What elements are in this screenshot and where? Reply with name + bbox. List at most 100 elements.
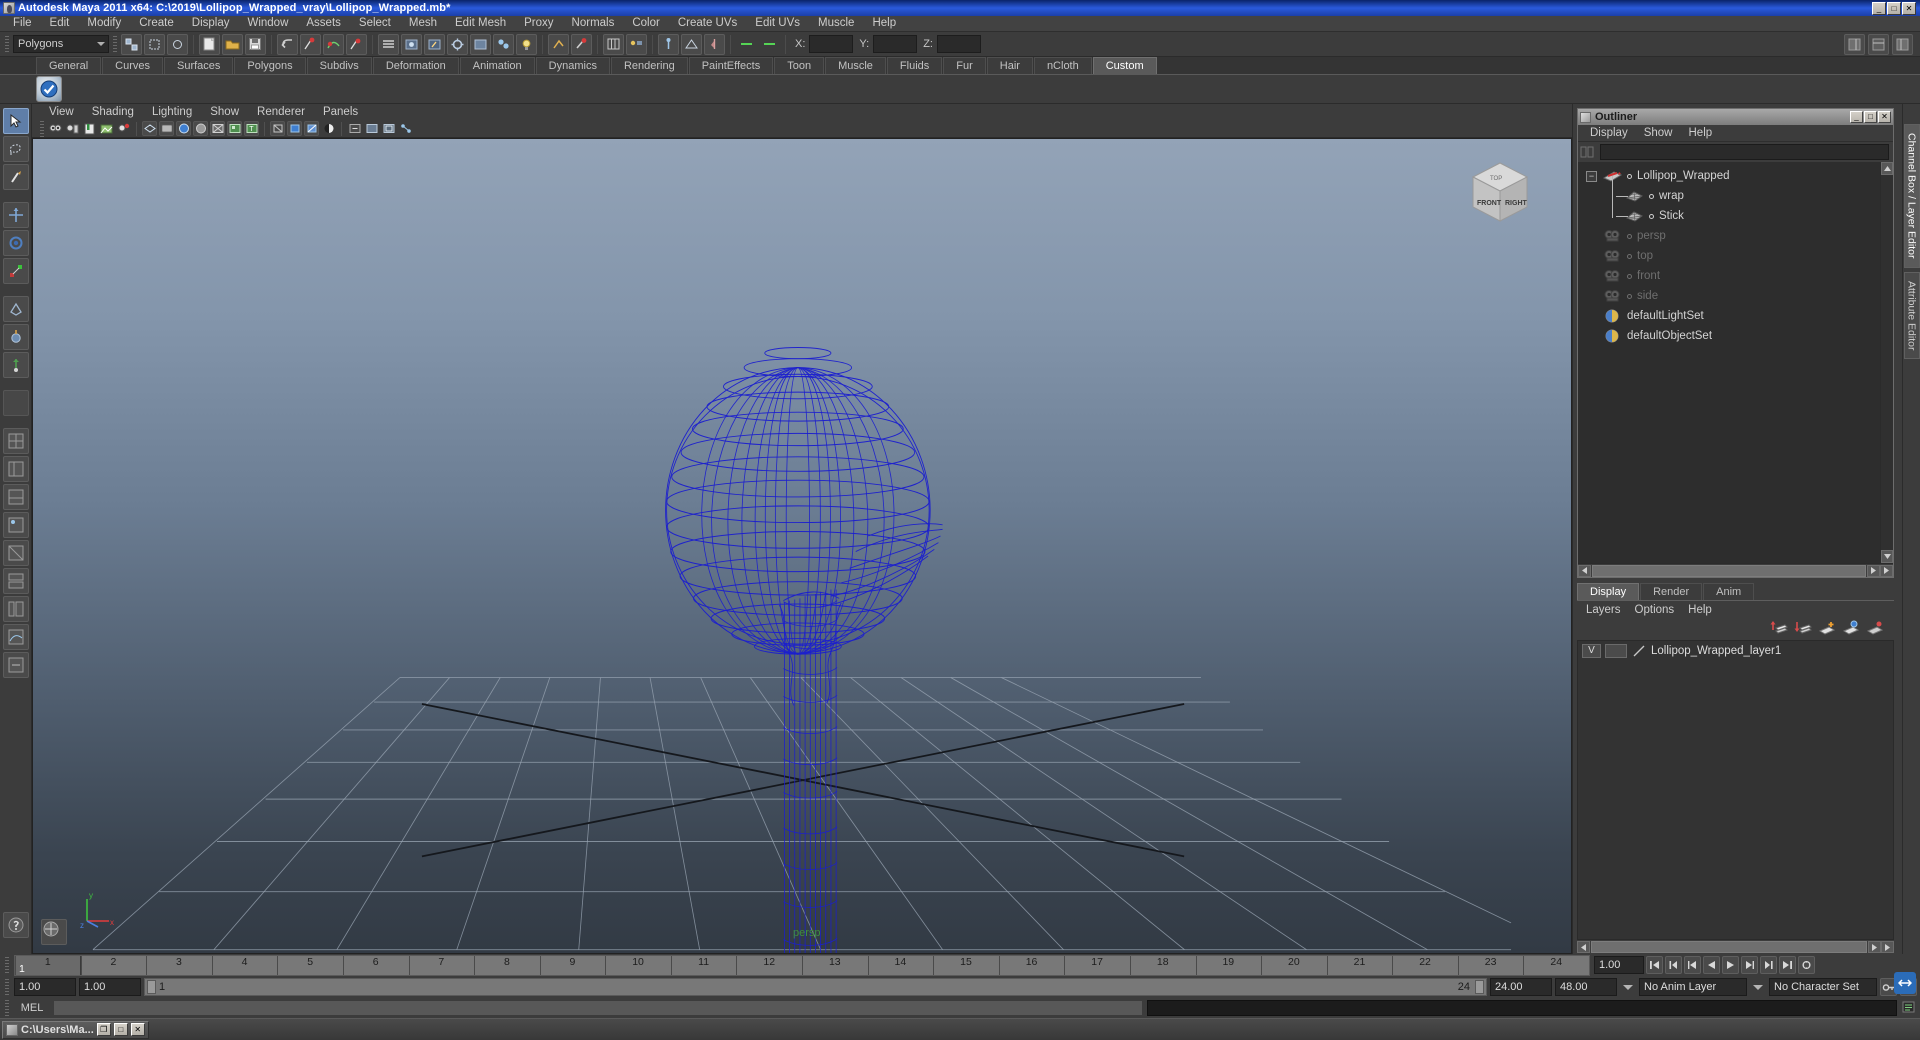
menu-item-edit-uvs[interactable]: Edit UVs <box>746 16 809 31</box>
layout-persp-uv-icon[interactable] <box>2 540 29 566</box>
command-input[interactable] <box>53 1000 1143 1016</box>
layer-visibility-toggle[interactable]: V <box>1582 644 1601 658</box>
outliner-horizontal-scrollbar[interactable] <box>1578 563 1893 577</box>
new-layer-from-selected-icon[interactable] <box>1842 620 1860 639</box>
snap-curve-icon[interactable] <box>323 33 344 55</box>
menu-item-edit-mesh[interactable]: Edit Mesh <box>446 16 515 31</box>
group1-grip[interactable] <box>113 36 117 52</box>
scroll-down-icon[interactable] <box>1881 550 1893 563</box>
isolate-select-icon[interactable] <box>347 121 362 136</box>
viewport-menu-show[interactable]: Show <box>201 105 248 120</box>
shelf-tab-painteffects[interactable]: PaintEffects <box>688 57 774 74</box>
layer-tab-render[interactable]: Render <box>1640 583 1703 600</box>
viewport-menu-lighting[interactable]: Lighting <box>143 105 201 120</box>
move-layer-up-icon[interactable] <box>1770 620 1788 639</box>
viewport-toolbar-grip[interactable] <box>40 120 44 137</box>
script-editor-icon[interactable] <box>1901 1000 1917 1016</box>
layer-options-icon[interactable] <box>1866 620 1884 639</box>
open-scene-icon[interactable] <box>222 33 243 55</box>
animation-preferences-icon[interactable] <box>1798 956 1815 974</box>
toggle-camera-icon[interactable] <box>116 121 131 136</box>
maximize-button[interactable]: □ <box>1887 1 1901 15</box>
layer-hscroll-right-icon[interactable] <box>1868 941 1881 953</box>
select-hierarchy-icon[interactable] <box>121 33 142 55</box>
grid-toggle-icon[interactable] <box>364 121 379 136</box>
shelf-tab-curves[interactable]: Curves <box>102 57 163 74</box>
toggle-attribute-editor-icon[interactable] <box>1868 33 1889 55</box>
play-backwards-icon[interactable] <box>1703 956 1720 974</box>
outliner-row[interactable]: top <box>1582 246 1880 266</box>
command-result-field[interactable] <box>1147 1000 1897 1016</box>
move-tool-icon[interactable] <box>2 202 29 228</box>
viewport-menu-view[interactable]: View <box>40 105 83 120</box>
outliner-vertical-scrollbar[interactable] <box>1880 162 1893 563</box>
shaded-wireframe-icon[interactable] <box>210 121 225 136</box>
range-slider[interactable]: 1 24 <box>144 978 1487 996</box>
scroll-track[interactable] <box>1881 175 1893 550</box>
outliner-menu-help[interactable]: Help <box>1681 125 1721 141</box>
taskbar-close-button[interactable]: ✕ <box>130 1023 145 1036</box>
xray-joints-icon[interactable] <box>304 121 319 136</box>
timeline-grip[interactable] <box>0 955 14 975</box>
layer-tab-display[interactable]: Display <box>1577 583 1640 600</box>
hardware-texturing-icon[interactable] <box>227 121 242 136</box>
select-tool-icon[interactable] <box>2 108 29 134</box>
new-scene-icon[interactable] <box>199 33 220 55</box>
shelf-tab-custom[interactable]: Custom <box>1092 57 1157 74</box>
axis-z-field[interactable] <box>936 35 981 53</box>
scale-tool-icon[interactable] <box>2 258 29 284</box>
select-object-icon[interactable] <box>144 33 165 55</box>
menu-item-help[interactable]: Help <box>863 16 905 31</box>
share-viewport-icon[interactable] <box>398 121 413 136</box>
layer-menu-options[interactable]: Options <box>1628 602 1682 618</box>
viewport-menu-renderer[interactable]: Renderer <box>248 105 314 120</box>
shade-objects-icon[interactable] <box>287 121 302 136</box>
menu-item-file[interactable]: File <box>4 16 41 31</box>
perspective-viewport[interactable]: y x z persp TOP FRONT RIGHT <box>32 138 1572 954</box>
shelf-tab-toon[interactable]: Toon <box>774 57 825 74</box>
help-line-badge[interactable] <box>1894 972 1916 994</box>
menu-item-proxy[interactable]: Proxy <box>515 16 562 31</box>
outliner-row[interactable]: − Lollipop_Wrapped <box>1582 166 1880 186</box>
save-scene-icon[interactable] <box>245 33 266 55</box>
ik-handle-icon[interactable] <box>548 33 569 55</box>
image-plane-icon[interactable] <box>99 121 114 136</box>
range-left-handle[interactable] <box>147 980 156 994</box>
range-grip[interactable] <box>5 979 9 995</box>
rotate-tool-icon[interactable] <box>2 230 29 256</box>
outliner-row[interactable]: side <box>1582 286 1880 306</box>
symmetry-icon[interactable] <box>704 33 725 55</box>
shelf-tab-polygons[interactable]: Polygons <box>234 57 306 74</box>
taskbar-console-button[interactable]: C:\Users\Ma... ❐ □ ✕ <box>2 1020 149 1039</box>
xray-display-icon[interactable] <box>270 121 285 136</box>
menu-item-select[interactable]: Select <box>350 16 400 31</box>
smooth-shade-all-icon[interactable] <box>176 121 191 136</box>
layout-hypershade-icon[interactable] <box>2 512 29 538</box>
ipr-render-icon[interactable] <box>424 33 445 55</box>
layer-tab-anim[interactable]: Anim <box>1703 583 1755 600</box>
taskbar-maximize-button[interactable]: □ <box>113 1023 128 1036</box>
hscroll-right2-icon[interactable] <box>1880 564 1893 577</box>
play-forwards-icon[interactable] <box>1722 956 1739 974</box>
universal-manipulator-icon[interactable] <box>2 296 29 322</box>
camera-select-icon[interactable] <box>48 121 63 136</box>
menu-item-create[interactable]: Create <box>130 16 183 31</box>
menu-item-window[interactable]: Window <box>238 16 297 31</box>
outliner-menu-display[interactable]: Display <box>1582 125 1636 141</box>
shelf-tab-fluids[interactable]: Fluids <box>886 57 943 74</box>
shelf-item-checkmark[interactable] <box>36 76 62 102</box>
layout-graph-editor-icon[interactable] <box>2 624 29 650</box>
menu-item-normals[interactable]: Normals <box>563 16 624 31</box>
animation-end-field[interactable]: 48.00 <box>1555 978 1617 996</box>
wireframe-shading-icon[interactable] <box>142 121 157 136</box>
layer-color-swatch-icon[interactable] <box>1631 644 1647 658</box>
render-current-icon[interactable] <box>401 33 422 55</box>
show-manipulator-icon[interactable] <box>658 33 679 55</box>
outliner-menu-show[interactable]: Show <box>1636 125 1681 141</box>
viewport-menu-shading[interactable]: Shading <box>83 105 143 120</box>
layer-playback-toggle[interactable] <box>1605 644 1627 658</box>
layer-menu-help[interactable]: Help <box>1681 602 1719 618</box>
shelf-tab-surfaces[interactable]: Surfaces <box>163 57 234 74</box>
outliner-close-button[interactable]: ✕ <box>1878 111 1891 123</box>
bounding-box-icon[interactable] <box>159 121 174 136</box>
